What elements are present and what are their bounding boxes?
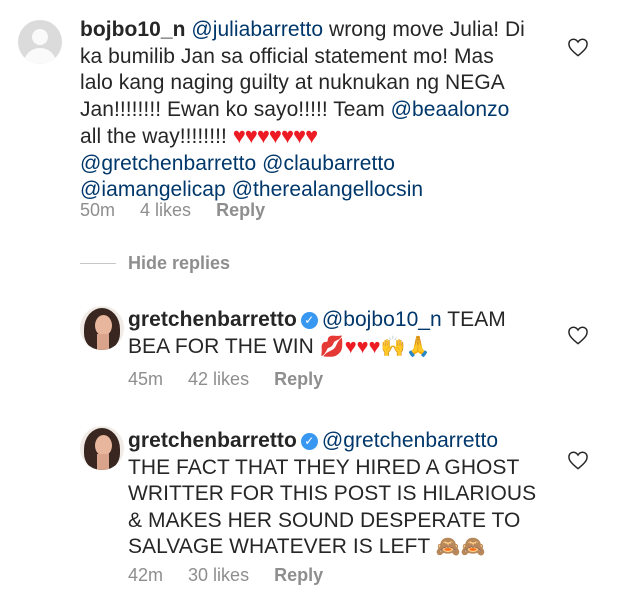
avatar-body-shape — [24, 48, 56, 64]
heart-outline-icon[interactable] — [567, 325, 589, 345]
avatar[interactable] — [80, 426, 124, 470]
comment-meta: 42m 30 likes Reply — [128, 565, 343, 586]
likes-count[interactable]: 30 likes — [188, 565, 249, 585]
comment-text: SALVAGE WHATEVER IS LEFT — [128, 535, 436, 558]
hide-replies-button[interactable]: Hide replies — [128, 253, 230, 274]
comment: gretchenbarretto ✓ @bojbo10_n TEAM BEA FOR… — [128, 307, 548, 360]
see-no-evil-monkey-icon: 🙈🙈 — [435, 536, 486, 558]
verified-badge-icon: ✓ — [300, 312, 318, 329]
comment: bojbo10_n @juliabarretto wrong move Juli… — [80, 17, 560, 204]
comment-meta: 45m 42 likes Reply — [128, 369, 343, 390]
comment-text: WRITTER FOR THIS POST IS HILARIOUS — [128, 482, 537, 505]
mention-link[interactable]: @juliabarretto — [191, 18, 323, 41]
comment-username[interactable]: bojbo10_n — [80, 18, 185, 41]
heart-outline-icon[interactable] — [567, 37, 589, 57]
comment-text: TEAM — [441, 308, 506, 331]
comment-text: THE FACT THAT THEY HIRED A GHOST — [128, 455, 520, 479]
mention-link[interactable]: @beaalonzo — [391, 98, 510, 121]
comment-text: wrong move Julia! Di — [323, 18, 525, 41]
comment-text: BEA FOR THE WIN — [128, 334, 320, 358]
emoji-icon: 💋♥♥♥🙌🙏 — [319, 335, 431, 358]
mention-link[interactable]: @gretchenbarretto — [322, 429, 498, 452]
heart-emoji-icon: ♥♥♥♥♥♥♥ — [232, 123, 318, 148]
likes-count[interactable]: 42 likes — [188, 369, 249, 389]
avatar-neck — [97, 454, 109, 470]
comment-meta: 50m 4 likes Reply — [80, 200, 285, 221]
likes-count[interactable]: 4 likes — [140, 200, 191, 220]
mention-link[interactable]: @iamangelicap @therealangellocsin — [80, 178, 423, 201]
reply-button[interactable]: Reply — [274, 565, 323, 585]
avatar[interactable] — [18, 20, 62, 64]
comment-username[interactable]: gretchenbarretto — [128, 429, 297, 452]
avatar-face — [95, 435, 112, 456]
comment-text: ka bumilib Jan sa official statement mo!… — [80, 44, 494, 68]
reply-button[interactable]: Reply — [216, 200, 265, 220]
comment-text: lalo kang naging guilty at nuknukan ng N… — [80, 71, 505, 94]
mention-link[interactable]: @gretchenbarretto @claubarretto — [80, 152, 395, 175]
comment-timestamp: 50m — [80, 200, 116, 220]
avatar[interactable] — [80, 306, 124, 350]
comment-text: Jan!!!!!!!! Ewan ko sayo!!!!! Team — [80, 97, 391, 121]
reply-button[interactable]: Reply — [274, 369, 323, 389]
avatar-neck — [97, 334, 109, 350]
comment-timestamp: 42m — [128, 565, 164, 585]
comment-text: all the way!!!!!!!! — [80, 125, 233, 148]
comment-text: & MAKES HER SOUND DESPERATE TO — [128, 508, 521, 532]
comment-timestamp: 45m — [128, 369, 164, 389]
comment: gretchenbarretto ✓ @gretchenbarretto THE F… — [128, 428, 558, 561]
avatar-face — [95, 315, 112, 336]
heart-outline-icon[interactable] — [567, 450, 589, 470]
hide-replies-divider — [80, 263, 116, 264]
avatar-head-shape — [32, 29, 48, 45]
mention-link[interactable]: @bojbo10_n — [322, 308, 442, 331]
verified-badge-icon: ✓ — [300, 433, 318, 450]
comment-username[interactable]: gretchenbarretto — [128, 308, 297, 331]
